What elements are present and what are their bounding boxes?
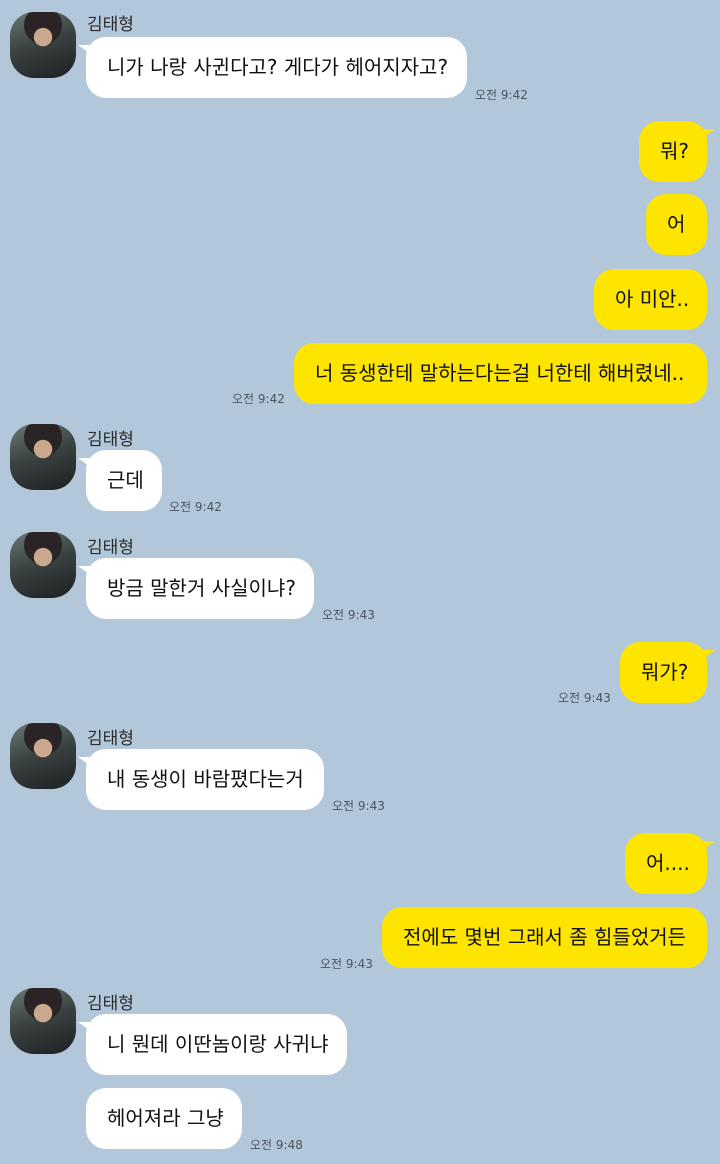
message-bubble[interactable]: 너 동생한테 말하는다는걸 너한테 해버렸네..: [294, 343, 707, 404]
sender-avatar[interactable]: [10, 988, 76, 1054]
message-bubble[interactable]: 방금 말한거 사실이냐?: [78, 558, 314, 619]
message-time: 오전 9:43: [320, 957, 373, 971]
message-time: 오전 9:48: [250, 1138, 303, 1152]
sender-avatar[interactable]: [10, 532, 76, 598]
message-time: 오전 9:42: [169, 500, 222, 514]
message-time: 오전 9:43: [332, 799, 385, 813]
sender-avatar[interactable]: [10, 723, 76, 789]
sender-name: 김태형: [87, 538, 134, 558]
sender-avatar[interactable]: [10, 12, 76, 78]
message-bubble[interactable]: 근데: [78, 450, 162, 511]
message-bubble[interactable]: 헤어져라 그냥: [86, 1088, 242, 1149]
message-time: 오전 9:43: [322, 608, 375, 622]
message-bubble[interactable]: 전에도 몇번 그래서 좀 힘들었거든: [382, 907, 707, 968]
message-bubble[interactable]: 어: [646, 194, 707, 255]
sender-name: 김태형: [87, 729, 134, 749]
message-bubble[interactable]: 내 동생이 바람폈다는거: [78, 749, 324, 810]
message-bubble[interactable]: 아 미안..: [594, 269, 707, 330]
message-time: 오전 9:42: [232, 392, 285, 406]
sender-name: 김태형: [87, 430, 134, 450]
sender-name: 김태형: [87, 994, 134, 1014]
message-time: 오전 9:43: [558, 691, 611, 705]
message-bubble[interactable]: 니 뭔데 이딴놈이랑 사귀냐: [78, 1014, 347, 1075]
message-bubble[interactable]: 어....: [625, 833, 715, 894]
message-time: 오전 9:42: [475, 88, 528, 102]
message-bubble[interactable]: 뭐?: [639, 121, 715, 182]
sender-avatar[interactable]: [10, 424, 76, 490]
sender-name: 김태형: [87, 15, 134, 35]
message-bubble[interactable]: 니가 나랑 사귄다고? 게다가 헤어지자고?: [78, 37, 467, 98]
message-bubble[interactable]: 뭐가?: [620, 642, 715, 703]
